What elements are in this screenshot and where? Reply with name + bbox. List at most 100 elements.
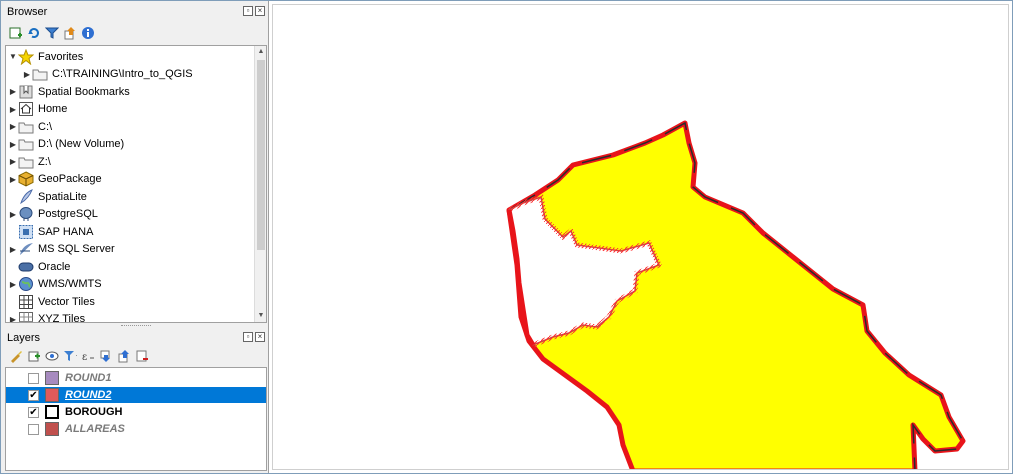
browser-tree-item-label: SpatiaLite	[38, 190, 87, 203]
svg-text:ε: ε	[82, 352, 87, 363]
browser-tree-item-label: Z:\	[38, 155, 51, 168]
home-icon	[18, 101, 34, 117]
chevron-right-icon[interactable]: ▶	[8, 140, 18, 149]
browser-title-label: Browser	[7, 6, 48, 18]
layer-item[interactable]: ✔ BOROUGH	[6, 404, 266, 420]
layer-visibility-checkbox[interactable]: ✔	[28, 406, 39, 418]
add-layer-icon[interactable]	[9, 26, 23, 40]
chevron-right-icon[interactable]: ▶	[8, 315, 18, 322]
browser-panel-title: Browser ▫ ×	[1, 3, 269, 21]
browser-tree-item-label: GeoPackage	[38, 173, 102, 186]
browser-tree-item[interactable]: ▶ D:\ (New Volume)	[6, 136, 254, 154]
collapse-all-icon[interactable]	[117, 349, 131, 363]
star-icon	[18, 48, 34, 65]
layer-symbol-swatch[interactable]	[45, 422, 59, 436]
browser-tree-item-label: MS SQL Server	[38, 243, 115, 256]
layers-list[interactable]: ROUND1 ✔ ROUND2 ✔ BOROUGH ALLAREAS	[5, 367, 267, 471]
chevron-down-icon[interactable]: ▼	[8, 52, 18, 61]
browser-tree-item[interactable]: ▶ XYZ Tiles	[6, 311, 254, 322]
spatialite-icon	[18, 188, 34, 205]
scroll-down-icon[interactable]: ▼	[255, 310, 266, 322]
browser-tree-item-label: Favorites	[38, 50, 84, 63]
chevron-right-icon[interactable]: ▶	[8, 280, 18, 289]
browser-scrollbar[interactable]: ▲ ▼	[254, 46, 266, 322]
layer-symbol-swatch[interactable]	[45, 388, 59, 402]
browser-tree-item[interactable]: ▶ Home	[6, 101, 254, 119]
folder-icon	[32, 66, 48, 82]
layer-item[interactable]: ALLAREAS	[6, 421, 266, 437]
chevron-right-icon[interactable]: ▶	[8, 122, 18, 131]
vector-tiles-icon	[18, 294, 34, 310]
browser-tree-item-label: Oracle	[38, 260, 71, 273]
layer-item[interactable]: ROUND1	[6, 370, 266, 386]
expression-filter-icon[interactable]: ε	[81, 349, 95, 363]
oracle-icon	[18, 259, 34, 275]
browser-tree-item[interactable]: SAP HANA	[6, 223, 254, 241]
add-group-icon[interactable]	[27, 349, 41, 363]
browser-tree-item-label: Vector Tiles	[38, 295, 95, 308]
browser-tree-item[interactable]: ▶ C:\TRAINING\Intro_to_QGIS	[6, 66, 254, 84]
chevron-right-icon[interactable]: ▶	[8, 210, 18, 219]
layer-name: ROUND2	[65, 389, 112, 401]
layer-name: ALLAREAS	[65, 423, 125, 435]
collapse-all-icon[interactable]	[63, 26, 77, 40]
layers-toolbar: ε	[1, 345, 269, 367]
browser-tree-item-label: Home	[38, 103, 68, 116]
filter-legend-icon[interactable]	[63, 349, 77, 363]
float-panel-icon[interactable]: ▫	[243, 332, 253, 342]
layer-visibility-checkbox[interactable]: ✔	[28, 389, 39, 401]
filter-icon[interactable]	[45, 26, 59, 40]
xyz-tiles-icon	[18, 311, 34, 322]
layer-item[interactable]: ✔ ROUND2	[6, 387, 266, 403]
visibility-icon[interactable]	[45, 349, 59, 363]
browser-tree-item-label: SAP HANA	[38, 225, 94, 238]
layer-symbol-swatch[interactable]	[45, 405, 59, 419]
expand-all-icon[interactable]	[99, 349, 113, 363]
browser-tree-item[interactable]: Oracle	[6, 258, 254, 276]
remove-layer-icon[interactable]	[135, 349, 149, 363]
style-icon[interactable]	[9, 349, 23, 363]
close-panel-icon[interactable]: ×	[255, 6, 265, 16]
chevron-right-icon[interactable]: ▶	[8, 87, 18, 96]
chevron-right-icon[interactable]: ▶	[22, 70, 32, 79]
browser-tree-item[interactable]: ▶ Z:\	[6, 153, 254, 171]
map-svg	[506, 120, 966, 469]
layer-name: BOROUGH	[65, 406, 123, 418]
chevron-right-icon[interactable]: ▶	[8, 105, 18, 114]
refresh-icon[interactable]	[27, 26, 41, 40]
browser-tree-item[interactable]: ▶ WMS/WMTS	[6, 276, 254, 294]
browser-tree-item[interactable]: ▶ Spatial Bookmarks	[6, 83, 254, 101]
browser-tree-item[interactable]: ▶ C:\	[6, 118, 254, 136]
layer-name: ROUND1	[65, 372, 112, 384]
layer-symbol-swatch[interactable]	[45, 371, 59, 385]
wms-icon	[18, 276, 34, 292]
scroll-thumb[interactable]	[257, 60, 265, 250]
sap-hana-icon	[18, 224, 34, 240]
browser-tree[interactable]: ▼ Favorites ▶ C:\TRAINING\Intro_to_QGIS ▶ Spa…	[5, 45, 267, 323]
browser-tree-item-label: D:\ (New Volume)	[38, 138, 125, 151]
browser-tree-item-label: WMS/WMTS	[38, 278, 102, 291]
browser-tree-item[interactable]: Vector Tiles	[6, 293, 254, 311]
folder-icon	[18, 154, 34, 170]
layer-visibility-checkbox[interactable]	[28, 423, 39, 435]
browser-tree-item[interactable]: ▶ GeoPackage	[6, 171, 254, 189]
chevron-right-icon[interactable]: ▶	[8, 157, 18, 166]
map-canvas[interactable]	[272, 4, 1009, 470]
browser-tree-item-label: C:\TRAINING\Intro_to_QGIS	[52, 68, 193, 81]
browser-tree-item-label: Spatial Bookmarks	[38, 85, 130, 98]
scroll-up-icon[interactable]: ▲	[255, 46, 266, 58]
geopackage-icon	[18, 171, 34, 187]
float-panel-icon[interactable]: ▫	[243, 6, 253, 16]
chevron-right-icon[interactable]: ▶	[8, 245, 18, 254]
browser-tree-item[interactable]: ▼ Favorites	[6, 48, 254, 66]
browser-tree-item[interactable]: ▶ MS SQL Server	[6, 241, 254, 259]
layers-title-label: Layers	[7, 332, 41, 344]
close-panel-icon[interactable]: ×	[255, 332, 265, 342]
info-icon[interactable]	[81, 26, 95, 40]
browser-tree-item[interactable]: ▶ PostgreSQL	[6, 206, 254, 224]
layer-visibility-checkbox[interactable]	[28, 372, 39, 384]
browser-tree-item[interactable]: SpatiaLite	[6, 188, 254, 206]
chevron-right-icon[interactable]: ▶	[8, 175, 18, 184]
browser-tree-item-label: PostgreSQL	[38, 208, 98, 221]
postgresql-icon	[18, 206, 34, 222]
